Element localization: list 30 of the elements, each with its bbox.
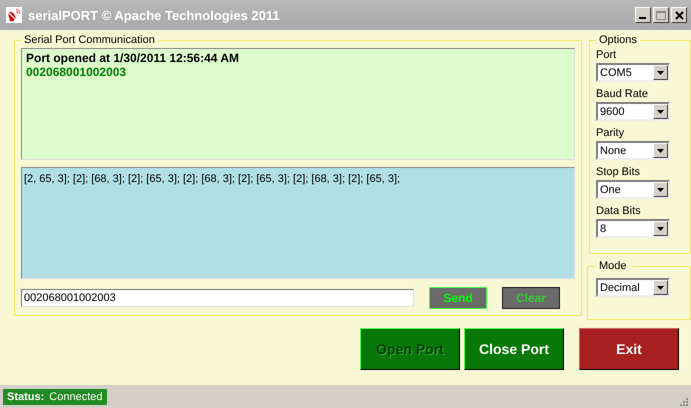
dropdown[interactable]: 9600 xyxy=(596,102,670,121)
field-label: Stop Bits xyxy=(596,165,642,180)
window-title: serialPORT © Apache Technologies 2011 xyxy=(28,8,281,22)
received-text: [2, 65, 3]; [2]; [68, 3]; [2]; [65, 3]; [2]; [68, 3]; [2]; [65, 3]; [2]; [68, 3]; [2]; [65, 3]; xyxy=(24,173,400,185)
action-button[interactable]: Close Port xyxy=(464,328,564,370)
resize-grip-icon[interactable] xyxy=(678,396,688,406)
maximize-button[interactable] xyxy=(653,7,669,23)
dropdown[interactable]: Decimal xyxy=(596,278,670,297)
field-label: Parity xyxy=(596,126,626,141)
dropdown[interactable]: None xyxy=(596,141,670,160)
close-button[interactable] xyxy=(671,7,687,23)
group-title: Mode xyxy=(598,260,628,272)
status-label: Status: xyxy=(7,390,44,402)
input-field[interactable]: 002068001002003 xyxy=(21,289,414,307)
group-title: Options xyxy=(598,34,638,46)
group-title: Serial Port Communication xyxy=(23,34,156,46)
field-label: Data Bits xyxy=(596,204,642,219)
close-icon[interactable] xyxy=(674,10,684,20)
dropdown[interactable]: One xyxy=(596,180,670,199)
satellite-dish-icon xyxy=(6,7,22,23)
field-label: Baud Rate xyxy=(596,87,649,102)
log-heading: Port opened at 1/30/2011 12:56:44 AM xyxy=(26,51,240,65)
dropdown[interactable]: 8 xyxy=(596,219,670,238)
minimize-button[interactable] xyxy=(635,7,651,23)
action-button[interactable]: Exit xyxy=(579,328,679,370)
field-label: Port xyxy=(596,48,618,63)
log-data: 002068001002003 xyxy=(26,65,128,79)
dropdown[interactable]: COM5 xyxy=(596,63,670,82)
status-value: Connected xyxy=(49,390,102,402)
send-button[interactable]: Send xyxy=(429,287,487,309)
